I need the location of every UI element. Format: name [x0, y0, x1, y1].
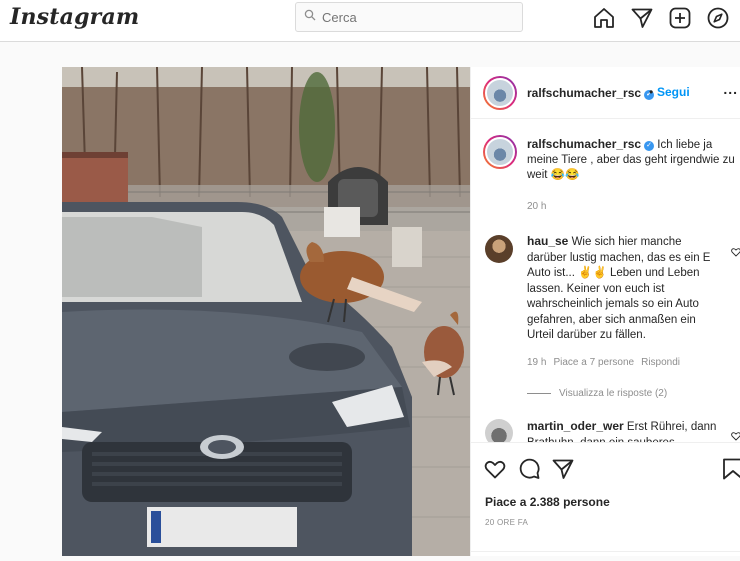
view-replies[interactable]: Visualizza le risposte (2): [527, 388, 667, 399]
post-timestamp[interactable]: 20 ORE FA: [485, 518, 528, 527]
reply-button[interactable]: Rispondi: [641, 357, 680, 368]
instagram-logo[interactable]: Instagram: [10, 4, 139, 30]
share-icon[interactable]: [551, 457, 575, 481]
search-box[interactable]: [295, 2, 523, 32]
post-photo[interactable]: [62, 67, 470, 556]
more-options-icon[interactable]: ...: [723, 81, 738, 97]
comment-avatar[interactable]: [485, 419, 513, 442]
comment-author[interactable]: hau_se: [527, 234, 568, 248]
search-icon: [304, 8, 316, 26]
like-icon[interactable]: [483, 457, 507, 481]
post-author-name[interactable]: ralfschumacher_rsc: [527, 86, 641, 100]
post-header: ralfschumacher_rsc ✓ • Segui ...: [471, 67, 740, 119]
explore-icon[interactable]: [706, 6, 730, 30]
home-icon[interactable]: [592, 6, 616, 30]
comment-meta: 19 h Piace a 7 persone Rispondi: [527, 357, 680, 368]
post-actions: Piace a 2.388 persone 20 ORE FA: [471, 442, 740, 556]
separator-dot: •: [649, 85, 654, 99]
comment: hau_se Wie sich hier manche darüber lust…: [527, 234, 717, 344]
add-comment-area[interactable]: [471, 551, 740, 561]
follow-button[interactable]: Segui: [657, 85, 690, 99]
comment-time[interactable]: 19 h: [527, 357, 546, 368]
avatar[interactable]: [483, 76, 517, 110]
comment-icon[interactable]: [517, 457, 541, 481]
search-input[interactable]: [322, 9, 512, 25]
comment: martin_oder_wer Erst Rührei, dann Brathu…: [527, 419, 717, 442]
nav-icons: [592, 6, 730, 30]
likes-count[interactable]: Piace a 2.388 persone: [485, 495, 610, 509]
view-replies-label[interactable]: Visualizza le risposte (2): [559, 388, 667, 399]
new-post-icon[interactable]: [668, 6, 692, 30]
post-caption: ralfschumacher_rsc ✓ Ich liebe ja meine T…: [527, 137, 735, 183]
action-icons: [483, 457, 575, 481]
caption-time[interactable]: 20 h: [527, 201, 546, 212]
comment-like-icon[interactable]: [731, 244, 740, 257]
comment-avatar[interactable]: [485, 235, 513, 263]
caption-author[interactable]: ralfschumacher_rsc: [527, 137, 641, 151]
verified-icon: ✓: [644, 141, 655, 151]
replies-divider: [527, 393, 551, 394]
comment-like-icon[interactable]: [731, 428, 740, 441]
post-side-panel: ralfschumacher_rsc ✓ • Segui ... ralfschu…: [470, 67, 740, 556]
caption-avatar[interactable]: [483, 135, 517, 169]
post-photo-image: [62, 67, 470, 556]
save-icon[interactable]: [721, 457, 740, 481]
comment-text: Wie sich hier manche darüber lustig mach…: [527, 236, 711, 341]
top-navigation-bar: Instagram: [0, 0, 740, 42]
post-author[interactable]: ralfschumacher_rsc ✓: [527, 86, 655, 100]
comment-author[interactable]: martin_oder_wer: [527, 419, 624, 433]
direct-icon[interactable]: [630, 6, 654, 30]
comments-list[interactable]: ralfschumacher_rsc ✓ Ich liebe ja meine T…: [471, 120, 740, 442]
comment-likes[interactable]: Piace a 7 persone: [553, 357, 634, 368]
